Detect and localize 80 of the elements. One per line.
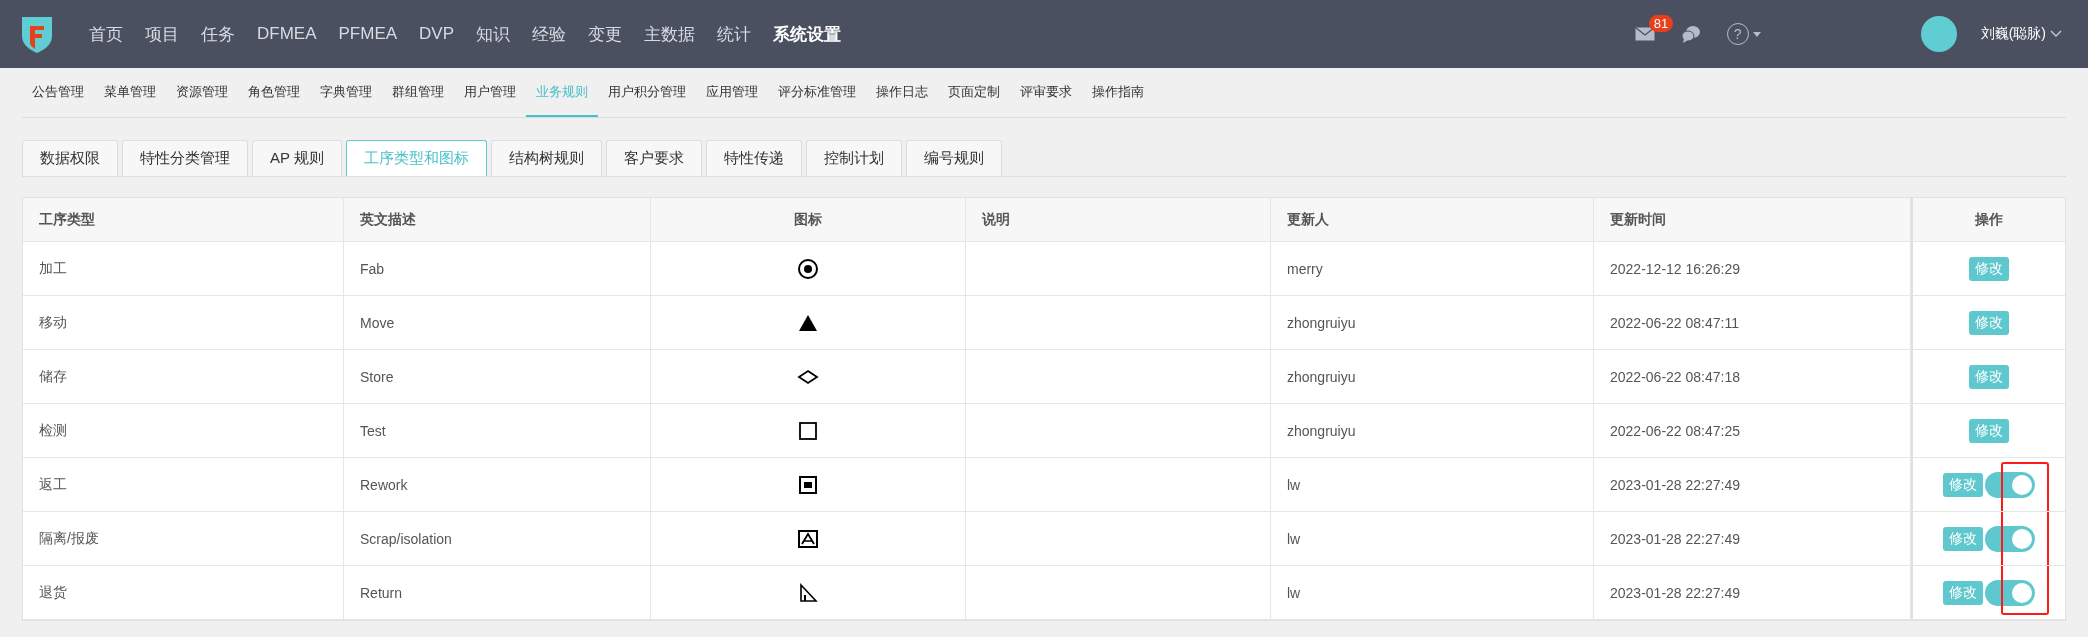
sub-nav-item[interactable]: 字典管理	[310, 68, 382, 117]
tab[interactable]: 控制计划	[805, 140, 902, 176]
nav-item[interactable]: 任务	[190, 22, 246, 46]
table-cell: lw	[1271, 512, 1594, 566]
notification-badge: 81	[1648, 15, 1674, 32]
table-cell: 2022-06-22 08:47:11	[1594, 296, 1911, 350]
sub-nav-item[interactable]: 页面定制	[938, 68, 1010, 117]
tab[interactable]: 客户要求	[605, 140, 702, 176]
table-cell: 2022-06-22 08:47:18	[1594, 350, 1911, 404]
table-cell: 退货	[23, 566, 344, 620]
sub-nav-item[interactable]: 操作指南	[1082, 68, 1154, 117]
chevron-down-icon	[2050, 30, 2062, 38]
mail-icon[interactable]	[1634, 27, 1655, 41]
table-cell: 2023-01-28 22:27:49	[1594, 512, 1911, 566]
table-cell: zhongruiyu	[1271, 404, 1594, 458]
tab[interactable]: 编号规则	[905, 140, 1002, 176]
sub-nav-item[interactable]: 用户积分管理	[598, 68, 696, 117]
sub-nav-item[interactable]: 资源管理	[166, 68, 238, 117]
table-cell: Scrap/isolation	[344, 512, 651, 566]
table-cell: Test	[344, 404, 651, 458]
tab[interactable]: 数据权限	[22, 140, 118, 176]
sub-nav-item[interactable]: 角色管理	[238, 68, 310, 117]
nav-item[interactable]: 首页	[78, 22, 134, 46]
table-cell: 检测	[23, 404, 344, 458]
tab[interactable]: 特性传递	[705, 140, 802, 176]
nav-item[interactable]: 系统设置	[762, 22, 853, 46]
table-cell: zhongruiyu	[1271, 296, 1594, 350]
nav-item[interactable]: DFMEA	[246, 22, 328, 46]
table-cell: 储存	[23, 350, 344, 404]
nav-item[interactable]: 主数据	[633, 22, 707, 46]
tab[interactable]: 特性分类管理	[122, 140, 248, 176]
sub-nav-item[interactable]: 应用管理	[696, 68, 768, 117]
caret-icon	[1752, 31, 1761, 37]
sub-nav-item[interactable]: 菜单管理	[94, 68, 166, 117]
table-cell: lw	[1271, 458, 1594, 512]
table-cell: 移动	[23, 296, 344, 350]
table-cell: merry	[1271, 242, 1594, 296]
sub-nav-item[interactable]: 用户管理	[454, 68, 526, 117]
nav-item[interactable]: DVP	[408, 22, 466, 46]
column-header: 工序类型	[23, 198, 344, 242]
tab[interactable]: AP 规则	[252, 140, 342, 176]
table-cell: 2022-06-22 08:47:25	[1594, 404, 1911, 458]
column-header: 英文描述	[344, 198, 651, 242]
column-header: 更新时间	[1594, 198, 1911, 242]
table-cell: Move	[344, 296, 651, 350]
column-header: 图标	[651, 198, 966, 242]
table-cell: lw	[1271, 566, 1594, 620]
column-header: 更新人	[1271, 198, 1594, 242]
table-cell: Store	[344, 350, 651, 404]
sub-nav-item[interactable]: 群组管理	[382, 68, 454, 117]
nav-item[interactable]: 知识	[465, 22, 522, 46]
nav-item[interactable]: 统计	[706, 22, 763, 46]
table-cell: 加工	[23, 242, 344, 296]
sub-nav-item[interactable]: 公告管理	[22, 68, 94, 117]
table-cell: zhongruiyu	[1271, 350, 1594, 404]
avatar[interactable]	[1920, 16, 1957, 52]
chat-icon[interactable]	[1680, 25, 1701, 43]
table-cell: 2023-01-28 22:27:49	[1594, 458, 1911, 512]
table-cell: 2022-12-12 16:26:29	[1594, 242, 1911, 296]
table-cell: Fab	[344, 242, 651, 296]
table-cell: Return	[344, 566, 651, 620]
table-cell: 返工	[23, 458, 344, 512]
table-cell: Rework	[344, 458, 651, 512]
nav-item[interactable]: PFMEA	[327, 22, 409, 46]
nav-item[interactable]: 变更	[577, 22, 634, 46]
toggle-switch[interactable]	[1985, 579, 2035, 606]
table-cell: 2023-01-28 22:27:49	[1594, 566, 1911, 620]
column-header: 操作	[1911, 198, 2065, 242]
shield-logo-icon	[20, 14, 54, 54]
user-menu[interactable]: 刘巍(聪脉)	[1974, 24, 2068, 44]
column-header: 说明	[966, 198, 1271, 242]
tab[interactable]: 结构树规则	[490, 140, 602, 176]
nav-item[interactable]: 经验	[521, 22, 578, 46]
toggle-switch[interactable]	[1985, 525, 2035, 552]
toggle-switch[interactable]	[1985, 471, 2035, 498]
table-cell: 隔离/报废	[23, 512, 344, 566]
nav-item[interactable]: 项目	[134, 22, 190, 46]
sub-nav-item[interactable]: 操作日志	[866, 68, 938, 117]
sub-nav-item[interactable]: 评审要求	[1010, 68, 1082, 117]
sub-nav-item[interactable]: 评分标准管理	[768, 68, 866, 117]
